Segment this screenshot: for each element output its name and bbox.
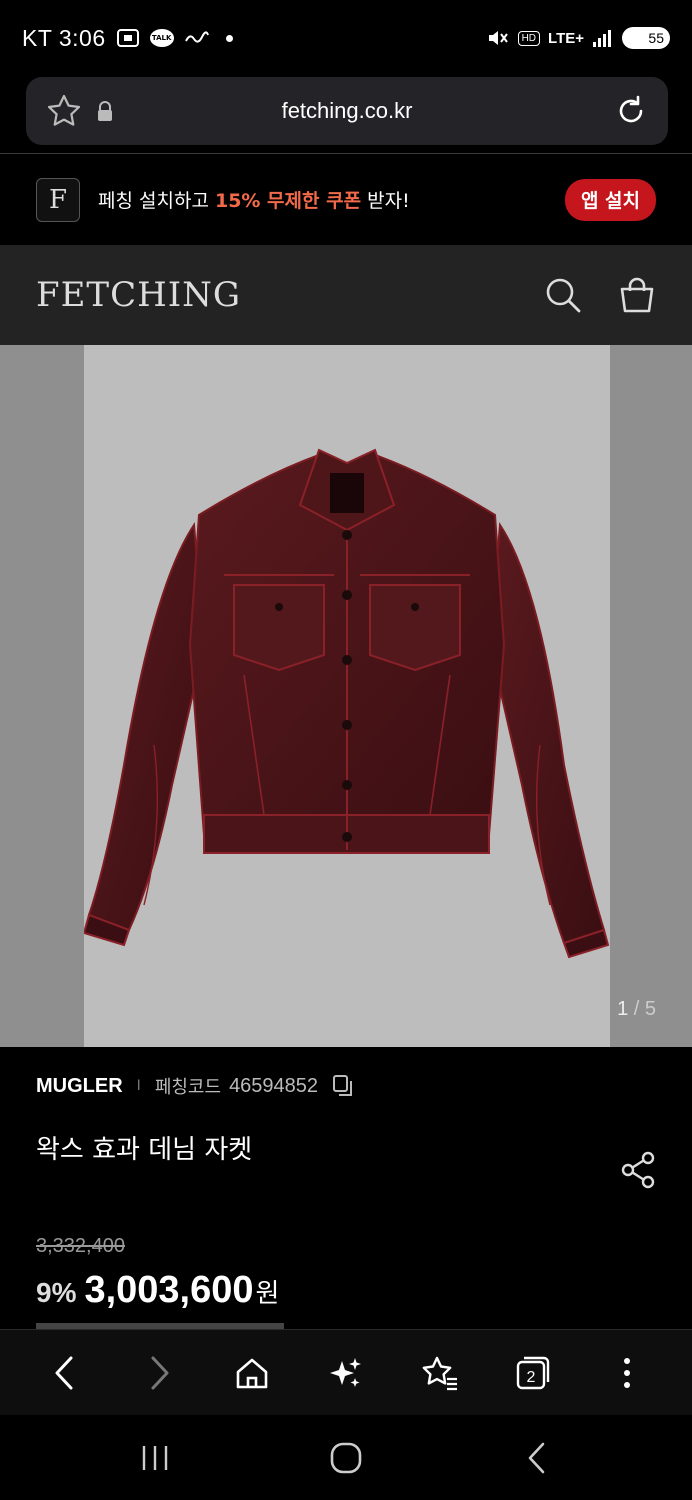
back-arrow-icon: [55, 1356, 73, 1389]
gallery-separator: /: [633, 998, 640, 1020]
status-carrier-time: KT 3:06: [22, 25, 106, 52]
header-icons: [544, 276, 656, 314]
more-notifications-dot: [225, 34, 233, 42]
browser-toolbar: 2: [0, 1329, 692, 1415]
system-navigation-bar: [0, 1415, 692, 1500]
kakaotalk-icon: TALK: [149, 29, 174, 47]
hd-voice-icon: HD: [517, 30, 541, 46]
signal-icon: [592, 28, 614, 48]
reload-icon[interactable]: [614, 94, 648, 128]
notification-app-icon: [184, 31, 210, 45]
status-bar: KT 3:06 TALK HD LTE+ 55: [0, 0, 692, 76]
recent-apps-icon: [143, 1445, 168, 1470]
install-app-button[interactable]: 앱 설치: [564, 178, 656, 221]
gallery-next-slide[interactable]: [610, 345, 692, 1047]
tab-count: 2: [527, 1369, 536, 1386]
forward-button[interactable]: [133, 1347, 185, 1399]
url-bar[interactable]: fetching.co.kr: [26, 77, 668, 145]
system-home-icon: [330, 1442, 362, 1473]
carrier: KT: [22, 24, 52, 51]
original-price: 3,332,400: [36, 1235, 125, 1257]
fetching-code-value: 46594852: [229, 1074, 319, 1097]
sale-price: 3,003,600: [84, 1269, 254, 1311]
bookmarks-star-icon: [422, 1356, 457, 1390]
shopping-bag-icon[interactable]: [618, 277, 656, 313]
tabs-icon: 2: [517, 1356, 550, 1389]
share-icon[interactable]: [620, 1151, 656, 1189]
product-info: MUGLER I 페칭코드 46594852 왁스 효과 데님 자켓 3,332…: [0, 1047, 692, 1329]
battery-indicator: 55: [622, 27, 670, 49]
url-text: fetching.co.kr: [281, 98, 413, 123]
banner-text-after: 받자!: [361, 190, 410, 212]
gallery-current: 1: [617, 998, 629, 1020]
site-header: FETCHING: [0, 245, 692, 345]
fetching-app-logo: F: [36, 177, 80, 222]
network-type: LTE+: [548, 29, 584, 47]
search-icon[interactable]: [544, 276, 582, 314]
product-image[interactable]: [82, 345, 610, 1047]
brand-name[interactable]: MUGLER: [36, 1075, 123, 1098]
currency-unit: 원: [255, 1279, 280, 1309]
brand-row: MUGLER I 페칭코드 46594852: [36, 1073, 354, 1099]
banner-text: 페칭 설치하고 15% 무제한 쿠폰 받자!: [98, 186, 410, 213]
bookmark-star-icon[interactable]: [46, 93, 82, 129]
mute-icon: [486, 27, 510, 49]
copy-icon[interactable]: [332, 1074, 354, 1098]
product-image-gallery[interactable]: 1 / 5: [0, 345, 692, 1047]
system-home-button[interactable]: [320, 1432, 372, 1484]
home-icon: [236, 1358, 268, 1388]
site-logo[interactable]: FETCHING: [36, 275, 241, 315]
sparkle-icon: [329, 1357, 361, 1387]
fetching-code-label: 페칭코드: [154, 1077, 222, 1098]
product-name: 왁스 효과 데님 자켓: [36, 1135, 253, 1165]
back-button[interactable]: [39, 1347, 91, 1399]
gallery-counter: 1 / 5: [617, 998, 656, 1021]
tabs-button[interactable]: 2: [507, 1347, 559, 1399]
clock: 3:06: [58, 24, 106, 51]
discount-rate: 9%: [36, 1277, 77, 1308]
system-back-button[interactable]: [511, 1432, 563, 1484]
banner-text-before: 페칭 설치하고: [98, 190, 215, 212]
screenshot-icon: [116, 27, 140, 49]
gallery-prev-slide[interactable]: [0, 345, 84, 1047]
jacket-illustration: [82, 448, 610, 959]
status-right: HD LTE+ 55: [486, 27, 670, 49]
gallery-total: 5: [644, 998, 656, 1020]
home-button[interactable]: [226, 1347, 278, 1399]
system-back-icon: [528, 1442, 544, 1473]
brand-separator: I: [136, 1078, 141, 1094]
more-vertical-icon: [624, 1357, 631, 1388]
app-install-banner: F 페칭 설치하고 15% 무제한 쿠폰 받자! 앱 설치: [0, 154, 692, 245]
forward-arrow-icon: [151, 1356, 169, 1389]
more-menu-button[interactable]: [601, 1347, 653, 1399]
banner-text-highlight: 15% 무제한 쿠폰: [214, 190, 362, 212]
lock-icon: [96, 100, 114, 122]
bookmarks-button[interactable]: [414, 1347, 466, 1399]
price-row: 9% 3,003,600 원: [36, 1269, 279, 1312]
status-left: KT 3:06 TALK: [22, 25, 233, 52]
recent-apps-button[interactable]: [129, 1432, 181, 1484]
ai-sparkle-button[interactable]: [320, 1347, 372, 1399]
